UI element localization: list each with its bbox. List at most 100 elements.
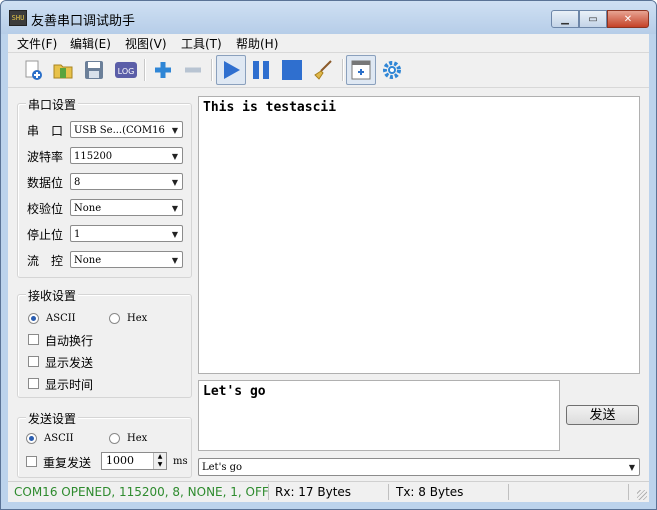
chevron-down-icon: ▼ — [171, 230, 178, 239]
send-history-select[interactable]: Let's go ▼ — [198, 458, 640, 476]
maximize-button[interactable]: ▭ — [579, 10, 607, 28]
save-button[interactable] — [81, 57, 107, 83]
send-button[interactable]: 发送 — [566, 405, 639, 425]
baud-value: 115200 — [74, 151, 113, 162]
maximize-icon: ▭ — [588, 13, 598, 25]
flow-label: 流 控 — [27, 254, 64, 268]
stopbits-value: 1 — [74, 229, 81, 240]
tx-count: Tx: 8 Bytes — [396, 485, 464, 499]
show-send-label: 显示发送 — [45, 356, 94, 370]
port-label: 串 口 — [27, 124, 64, 138]
auto-wrap-label: 自动换行 — [45, 334, 94, 348]
log-button[interactable]: LOG — [113, 57, 139, 83]
close-icon: ✕ — [623, 13, 633, 25]
send-settings-title: 发送设置 — [26, 410, 79, 427]
menu-edit[interactable]: 编辑(E) — [70, 35, 111, 52]
port-select[interactable]: USB Se...(COM16 ▼ — [70, 121, 183, 138]
stopbits-select[interactable]: 1 ▼ — [70, 225, 183, 242]
minimize-icon: ▁ — [561, 13, 569, 25]
menu-help[interactable]: 帮助(H) — [236, 35, 278, 52]
remove-button[interactable] — [180, 57, 206, 83]
menu-bar: 文件(F) 编辑(E) 视图(V) 工具(T) 帮助(H) — [8, 34, 649, 53]
send-text: Let's go — [203, 384, 266, 399]
serial-settings-title: 串口设置 — [26, 96, 79, 113]
window-title: 友善串口调试助手 — [31, 14, 136, 29]
send-textarea[interactable]: Let's go — [198, 380, 560, 451]
flow-value: None — [74, 255, 102, 266]
settings-gear-icon — [383, 61, 401, 79]
parity-select[interactable]: None ▼ — [70, 199, 183, 216]
receive-hex-radio[interactable] — [109, 313, 120, 324]
chevron-down-icon: ▼ — [171, 178, 178, 187]
play-icon — [224, 61, 240, 79]
interval-value: 1000 — [106, 454, 134, 467]
receive-hex-label: Hex — [127, 313, 148, 324]
databits-select[interactable]: 8 ▼ — [70, 173, 183, 190]
serial-settings-group: 串口设置 串 口 USB Se...(COM16 ▼ 波特率 115200 ▼ 数据… — [17, 96, 192, 278]
receive-ascii-radio[interactable] — [28, 313, 39, 324]
spin-up-icon[interactable]: ▲ — [153, 453, 166, 461]
app-icon: SHU — [9, 10, 27, 26]
resize-grip[interactable] — [637, 490, 647, 500]
receive-text: This is testascii — [203, 100, 337, 115]
start-button[interactable] — [216, 55, 246, 85]
add-button[interactable] — [150, 57, 176, 83]
send-ascii-radio[interactable] — [26, 433, 37, 444]
clear-button[interactable] — [311, 57, 337, 83]
title-bar[interactable]: SHU 友善串口调试助手 ▁ ▭ ✕ — [1, 1, 656, 34]
pause-icon — [253, 61, 269, 79]
minus-icon — [185, 67, 201, 73]
databits-label: 数据位 — [27, 176, 64, 190]
settings-button[interactable] — [379, 57, 405, 83]
parity-label: 校验位 — [27, 202, 64, 216]
connection-status: COM16 OPENED, 115200, 8, NONE, 1, OFF — [14, 485, 269, 499]
chevron-down-icon: ▼ — [171, 152, 178, 161]
pause-button[interactable] — [248, 57, 274, 83]
minimize-button[interactable]: ▁ — [551, 10, 579, 28]
toolbar: LOG — [8, 53, 649, 88]
repeat-send-label: 重复发送 — [43, 456, 92, 470]
chevron-down-icon: ▼ — [171, 204, 178, 213]
baud-select[interactable]: 115200 ▼ — [70, 147, 183, 164]
menu-file[interactable]: 文件(F) — [17, 35, 57, 52]
rx-count: Rx: 17 Bytes — [275, 485, 352, 499]
repeat-send-checkbox[interactable] — [26, 456, 37, 467]
show-time-checkbox[interactable] — [28, 378, 39, 389]
open-file-button[interactable] — [50, 57, 76, 83]
menu-view[interactable]: 视图(V) — [125, 35, 167, 52]
databits-value: 8 — [74, 177, 81, 188]
flow-select[interactable]: None ▼ — [70, 251, 183, 268]
interval-spinbox[interactable]: 1000 ▲ ▼ — [101, 452, 167, 470]
port-value: USB Se...(COM16 — [74, 125, 165, 136]
status-bar: COM16 OPENED, 115200, 8, NONE, 1, OFF Rx… — [8, 481, 649, 502]
log-icon: LOG — [115, 62, 137, 78]
save-icon — [85, 61, 103, 79]
auto-wrap-checkbox[interactable] — [28, 334, 39, 345]
new-file-icon — [25, 60, 42, 80]
chevron-down-icon: ▼ — [628, 463, 635, 472]
baud-label: 波特率 — [27, 150, 64, 164]
spin-down-icon[interactable]: ▼ — [153, 461, 166, 469]
new-file-button[interactable] — [20, 57, 46, 83]
window-toggle-button[interactable] — [346, 55, 376, 85]
stop-icon — [282, 60, 302, 80]
show-send-checkbox[interactable] — [28, 356, 39, 367]
send-ascii-label: ASCII — [44, 433, 74, 444]
interval-unit-label: ms — [173, 456, 188, 467]
menu-tools[interactable]: 工具(T) — [181, 35, 222, 52]
history-value: Let's go — [202, 462, 243, 473]
chevron-down-icon: ▼ — [171, 256, 178, 265]
svg-text:LOG: LOG — [118, 67, 135, 76]
receive-textarea[interactable]: This is testascii — [198, 96, 640, 374]
chevron-down-icon: ▼ — [171, 126, 178, 135]
show-time-label: 显示时间 — [45, 378, 94, 392]
broom-icon — [314, 60, 332, 80]
client-area: 文件(F) 编辑(E) 视图(V) 工具(T) 帮助(H) LOG 串口设置 串… — [8, 34, 649, 502]
close-button[interactable]: ✕ — [607, 10, 649, 28]
receive-settings-group: 接收设置 ASCII Hex 自动换行 显示发送 显示时间 — [17, 287, 192, 398]
send-hex-label: Hex — [127, 433, 148, 444]
plus-icon — [155, 62, 171, 78]
app-window: SHU 友善串口调试助手 ▁ ▭ ✕ 文件(F) 编辑(E) 视图(V) 工具(… — [0, 0, 657, 510]
send-hex-radio[interactable] — [109, 433, 120, 444]
stop-button[interactable] — [279, 57, 305, 83]
